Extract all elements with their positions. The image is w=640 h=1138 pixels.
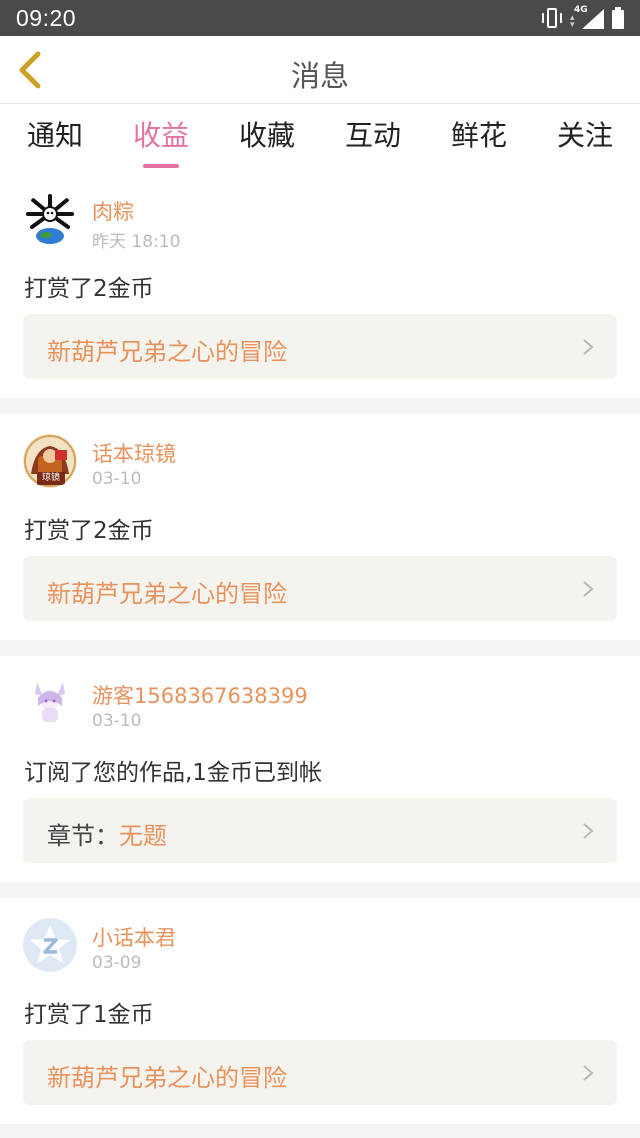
link-title: 无题: [119, 822, 167, 850]
tab-label: 收藏: [238, 119, 295, 152]
avatar[interactable]: [23, 676, 77, 730]
link-title: 新葫芦兄弟之心的冒险: [47, 580, 287, 608]
username[interactable]: 话本琼镜: [92, 438, 176, 468]
work-link-text: 新葫芦兄弟之心的冒险: [47, 1058, 287, 1093]
work-link[interactable]: 新葫芦兄弟之心的冒险: [23, 314, 617, 379]
timestamp: 03-10: [92, 711, 142, 731]
tab-earnings[interactable]: 收益: [116, 114, 206, 168]
chevron-right-icon: [583, 823, 594, 839]
avatar[interactable]: [23, 918, 77, 972]
message-text: 打赏了1金币: [24, 1002, 154, 1028]
avatar-badge: 琼镜: [37, 472, 65, 485]
avatar-image: [23, 192, 77, 246]
active-tab-indicator: [143, 164, 179, 168]
message-text: 打赏了2金币: [24, 276, 154, 302]
default-avatar-icon: [23, 918, 77, 972]
header-bar: 消息: [0, 36, 640, 104]
work-link-text: 新葫芦兄弟之心的冒险: [47, 332, 287, 367]
tab-label: 收益: [132, 119, 189, 152]
username[interactable]: 游客1568367638399: [92, 680, 308, 710]
avatar-image: [23, 676, 77, 730]
divider: [0, 882, 640, 898]
username[interactable]: 肉粽: [92, 196, 134, 226]
divider: [0, 640, 640, 656]
link-title: 新葫芦兄弟之心的冒险: [47, 338, 287, 366]
message-item: 琼镜 话本琼镜 03-10 打赏了2金币 新葫芦兄弟之心的冒险: [0, 414, 640, 640]
status-bar: 09:20 4G ▴ ▾: [0, 0, 640, 36]
status-icons: 4G ▴ ▾: [542, 5, 624, 30]
avatar[interactable]: 琼镜: [23, 434, 77, 488]
chevron-right-icon: [583, 1065, 594, 1081]
tab-label: 通知: [26, 119, 83, 152]
message-item: 小话本君 03-09 打赏了1金币 新葫芦兄弟之心的冒险: [0, 898, 640, 1124]
message-item: 肉粽 昨天 18:10 打赏了2金币 新葫芦兄弟之心的冒险: [0, 172, 640, 398]
tab-interactions[interactable]: 互动: [328, 114, 418, 154]
status-time: 09:20: [16, 5, 77, 31]
chevron-right-icon: [583, 581, 594, 597]
message-text: 打赏了2金币: [24, 518, 154, 544]
avatar[interactable]: [23, 192, 77, 246]
tab-favorites[interactable]: 收藏: [222, 114, 312, 154]
timestamp: 03-09: [92, 953, 142, 973]
divider: [0, 1124, 640, 1138]
work-link[interactable]: 新葫芦兄弟之心的冒险: [23, 1040, 617, 1105]
tab-flowers[interactable]: 鲜花: [434, 114, 524, 154]
chevron-right-icon: [583, 339, 594, 355]
divider: [0, 398, 640, 414]
work-link[interactable]: 新葫芦兄弟之心的冒险: [23, 556, 617, 621]
signal-icon: 4G ▴ ▾: [570, 5, 604, 30]
tab-label: 互动: [344, 119, 401, 152]
tab-label: 关注: [556, 119, 613, 152]
username[interactable]: 小话本君: [92, 922, 176, 952]
tab-bar: 通知 收益 收藏 互动 鲜花 关注: [0, 104, 640, 170]
tab-notifications[interactable]: 通知: [10, 114, 100, 154]
timestamp: 昨天 18:10: [92, 232, 181, 252]
tab-label: 鲜花: [450, 119, 507, 152]
link-prefix: 章节：: [47, 822, 119, 850]
chapter-link[interactable]: 章节：无题: [23, 798, 617, 863]
work-link-text: 章节：无题: [47, 816, 167, 851]
tab-following[interactable]: 关注: [540, 114, 630, 154]
message-text: 订阅了您的作品,1金币已到帐: [24, 760, 322, 786]
message-item: 游客1568367638399 03-10 订阅了您的作品,1金币已到帐 章节：…: [0, 656, 640, 882]
link-title: 新葫芦兄弟之心的冒险: [47, 1064, 287, 1092]
timestamp: 03-10: [92, 469, 142, 489]
battery-icon: [612, 7, 624, 29]
work-link-text: 新葫芦兄弟之心的冒险: [47, 574, 287, 609]
page-title: 消息: [290, 59, 349, 93]
vibrate-icon: [542, 7, 562, 29]
